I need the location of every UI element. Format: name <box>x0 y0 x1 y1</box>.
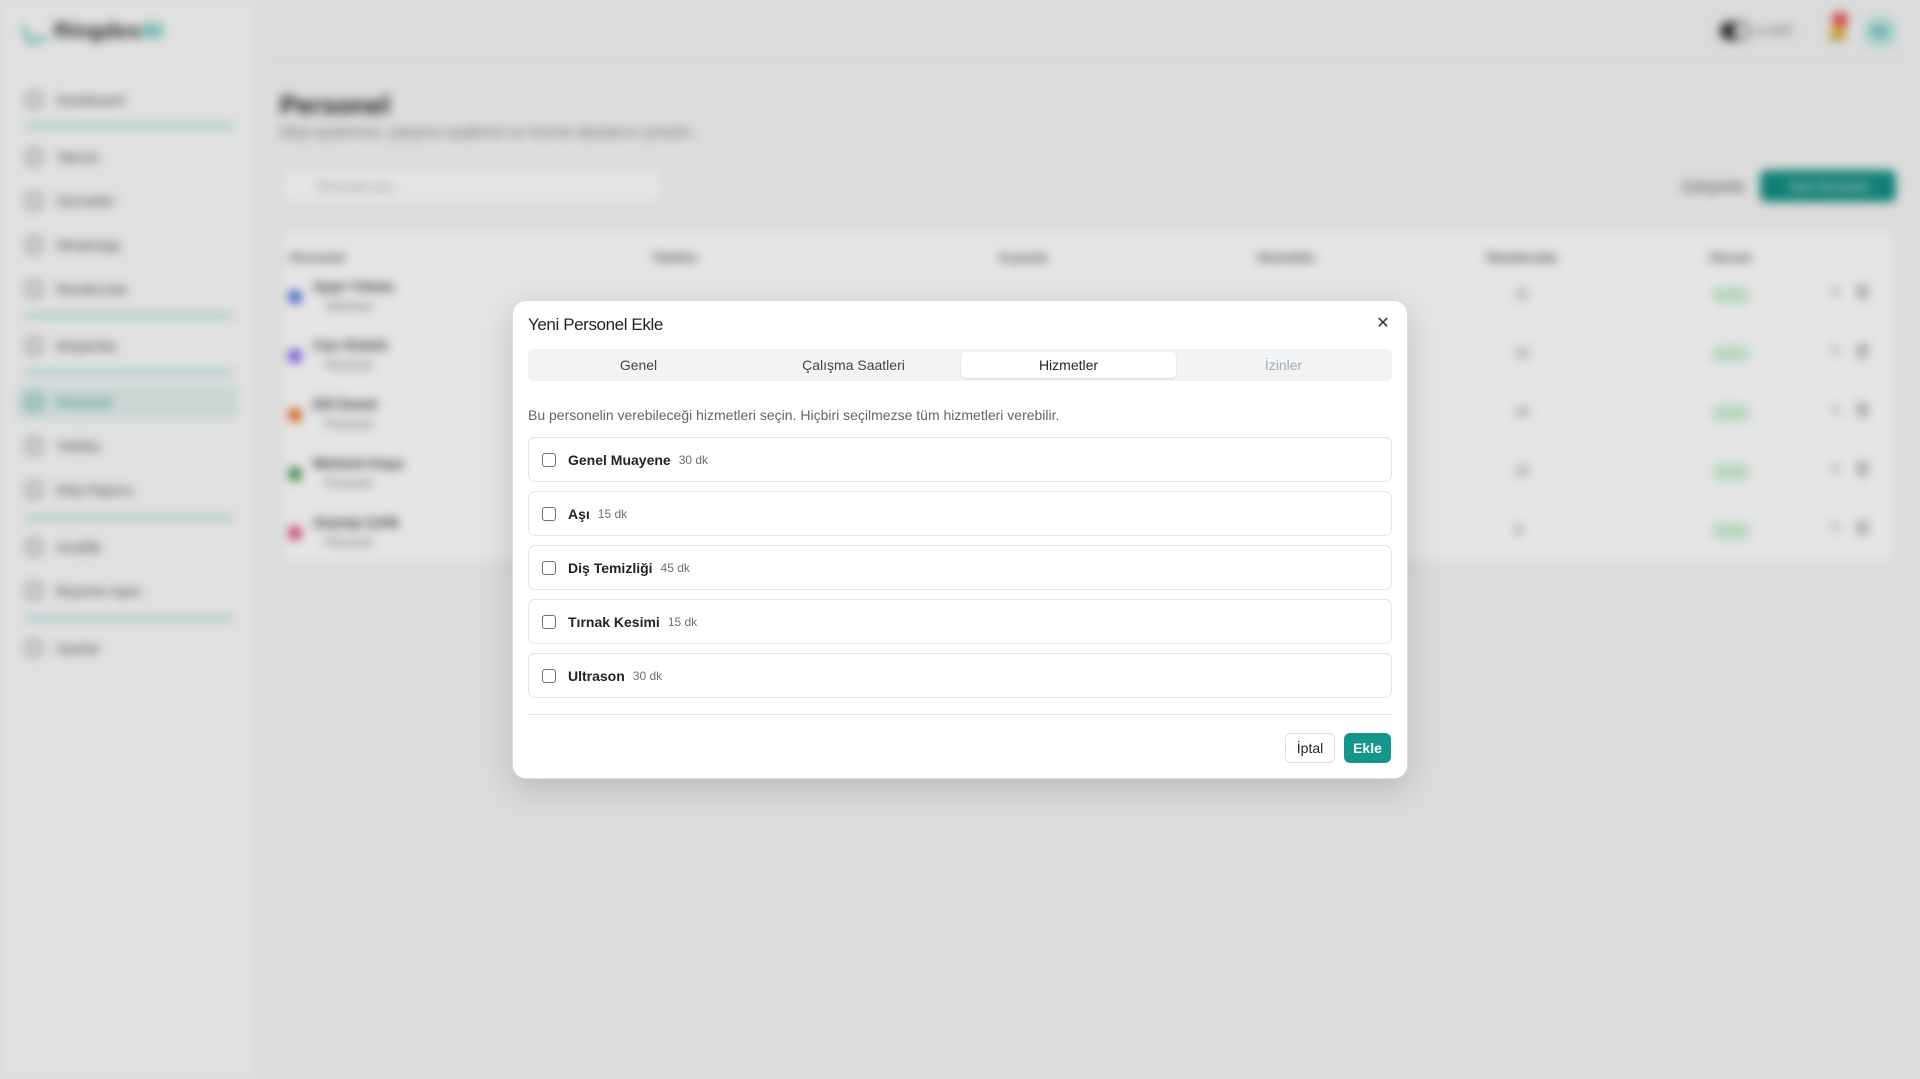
service-name: Diş Temizliği <box>568 559 653 576</box>
service-duration: 30 dk <box>632 668 663 683</box>
dialog-divider <box>528 714 1392 715</box>
service-duration: 30 dk <box>678 452 709 467</box>
service-option[interactable]: Ultrason 30 dk <box>528 653 1392 698</box>
add-staff-dialog: Yeni Personel Ekle ✕ Genel Çalışma Saatl… <box>512 300 1408 779</box>
dialog-tabs: Genel Çalışma Saatleri Hizmetler İzinler <box>528 349 1392 381</box>
service-option[interactable]: Genel Muayene 30 dk <box>528 437 1392 482</box>
add-button[interactable]: Ekle <box>1344 733 1391 763</box>
service-checkbox[interactable] <box>542 506 556 521</box>
service-checkbox[interactable] <box>542 614 556 629</box>
dialog-title: Yeni Personel Ekle <box>528 315 663 334</box>
close-icon[interactable]: ✕ <box>1373 313 1393 333</box>
service-option[interactable]: Tırnak Kesimi 15 dk <box>528 599 1392 644</box>
service-name: Tırnak Kesimi <box>568 613 660 630</box>
service-duration: 15 dk <box>597 506 628 521</box>
service-name: Ultrason <box>568 667 625 684</box>
tab-permissions: İzinler <box>1264 357 1303 373</box>
tab-services[interactable]: Hizmetler <box>961 352 1176 378</box>
service-checkbox[interactable] <box>542 452 556 467</box>
service-name: Aşı <box>568 505 590 522</box>
tab-general[interactable]: Genel <box>531 352 746 378</box>
service-duration: 15 dk <box>667 614 698 629</box>
service-duration: 45 dk <box>660 560 690 575</box>
service-option[interactable]: Aşı 15 dk <box>528 491 1392 536</box>
service-name: Genel Muayene <box>568 451 671 468</box>
service-checkbox[interactable] <box>542 668 556 683</box>
service-option[interactable]: Diş Temizliği 45 dk <box>528 545 1392 590</box>
cancel-button[interactable]: İptal <box>1285 733 1335 763</box>
tab-working-hours[interactable]: Çalışma Saatleri <box>746 352 961 378</box>
service-checkbox[interactable] <box>542 560 556 575</box>
services-description: Bu personelin verebileceği hizmetleri se… <box>528 407 1060 423</box>
